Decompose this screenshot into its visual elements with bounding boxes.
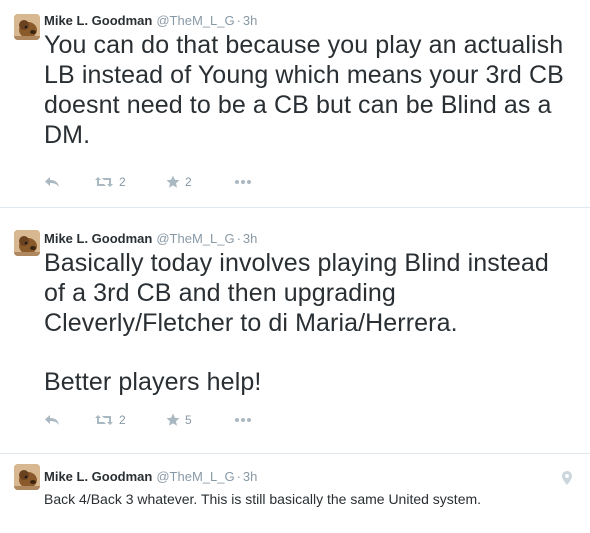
reply-button[interactable] [44, 414, 94, 426]
tweet-timestamp[interactable]: 3h [243, 469, 257, 484]
tweet-text: Basically today involves playing Blind i… [44, 249, 549, 337]
tweet[interactable]: Mike L. Goodman @TheM_L_G · 3h Back 4/Back … [0, 454, 590, 533]
favorite-count: 5 [185, 413, 192, 427]
retweet-icon [95, 177, 113, 187]
tweet-header: Mike L. Goodman @TheM_L_G · 3h [44, 468, 576, 486]
tweet-header: Mike L. Goodman @TheM_L_G · 3h [44, 230, 576, 248]
author-name[interactable]: Mike L. Goodman [44, 13, 152, 28]
tweet-actions: 2 5 [44, 410, 252, 430]
star-icon [166, 175, 180, 188]
more-icon [235, 418, 251, 422]
location-pin-icon[interactable] [562, 471, 572, 485]
tweet[interactable]: Mike L. Goodman @TheM_L_G · 3h You can do t… [0, 0, 590, 208]
avatar[interactable] [14, 14, 40, 40]
tweet-header: Mike L. Goodman @TheM_L_G · 3h [44, 12, 576, 30]
author-handle[interactable]: @TheM_L_G [156, 13, 234, 28]
retweet-button[interactable]: 2 [94, 413, 166, 427]
author-handle[interactable]: @TheM_L_G [156, 231, 234, 246]
separator-dot: · [236, 469, 241, 484]
author-handle[interactable]: @TheM_L_G [156, 469, 234, 484]
star-icon [166, 413, 180, 426]
author-name[interactable]: Mike L. Goodman [44, 231, 152, 246]
avatar[interactable] [14, 464, 40, 490]
tweet-timestamp[interactable]: 3h [243, 13, 257, 28]
retweet-button[interactable]: 2 [94, 175, 166, 189]
separator-dot: · [236, 13, 241, 28]
author-name[interactable]: Mike L. Goodman [44, 469, 152, 484]
retweet-icon [95, 415, 113, 425]
tweet-text: Back 4/Back 3 whatever. This is still ba… [44, 491, 482, 507]
timeline: Mike L. Goodman @TheM_L_G · 3h You can do t… [0, 0, 590, 533]
separator-dot: · [236, 231, 241, 246]
favorite-button[interactable]: 5 [166, 413, 234, 427]
tweet-timestamp[interactable]: 3h [243, 231, 257, 246]
tweet-text-paragraph: Better players help! [44, 368, 262, 396]
tweet-text: You can do that because you play an actu… [44, 31, 564, 149]
tweet-actions: 2 2 [44, 172, 252, 192]
favorite-count: 2 [185, 175, 192, 189]
reply-icon [45, 177, 59, 187]
reply-icon [45, 415, 59, 425]
retweet-count: 2 [119, 413, 126, 427]
more-button[interactable] [234, 179, 252, 185]
favorite-button[interactable]: 2 [166, 175, 234, 189]
avatar[interactable] [14, 230, 40, 256]
more-icon [235, 180, 251, 184]
reply-button[interactable] [44, 176, 94, 188]
more-button[interactable] [234, 417, 252, 423]
retweet-count: 2 [119, 175, 126, 189]
